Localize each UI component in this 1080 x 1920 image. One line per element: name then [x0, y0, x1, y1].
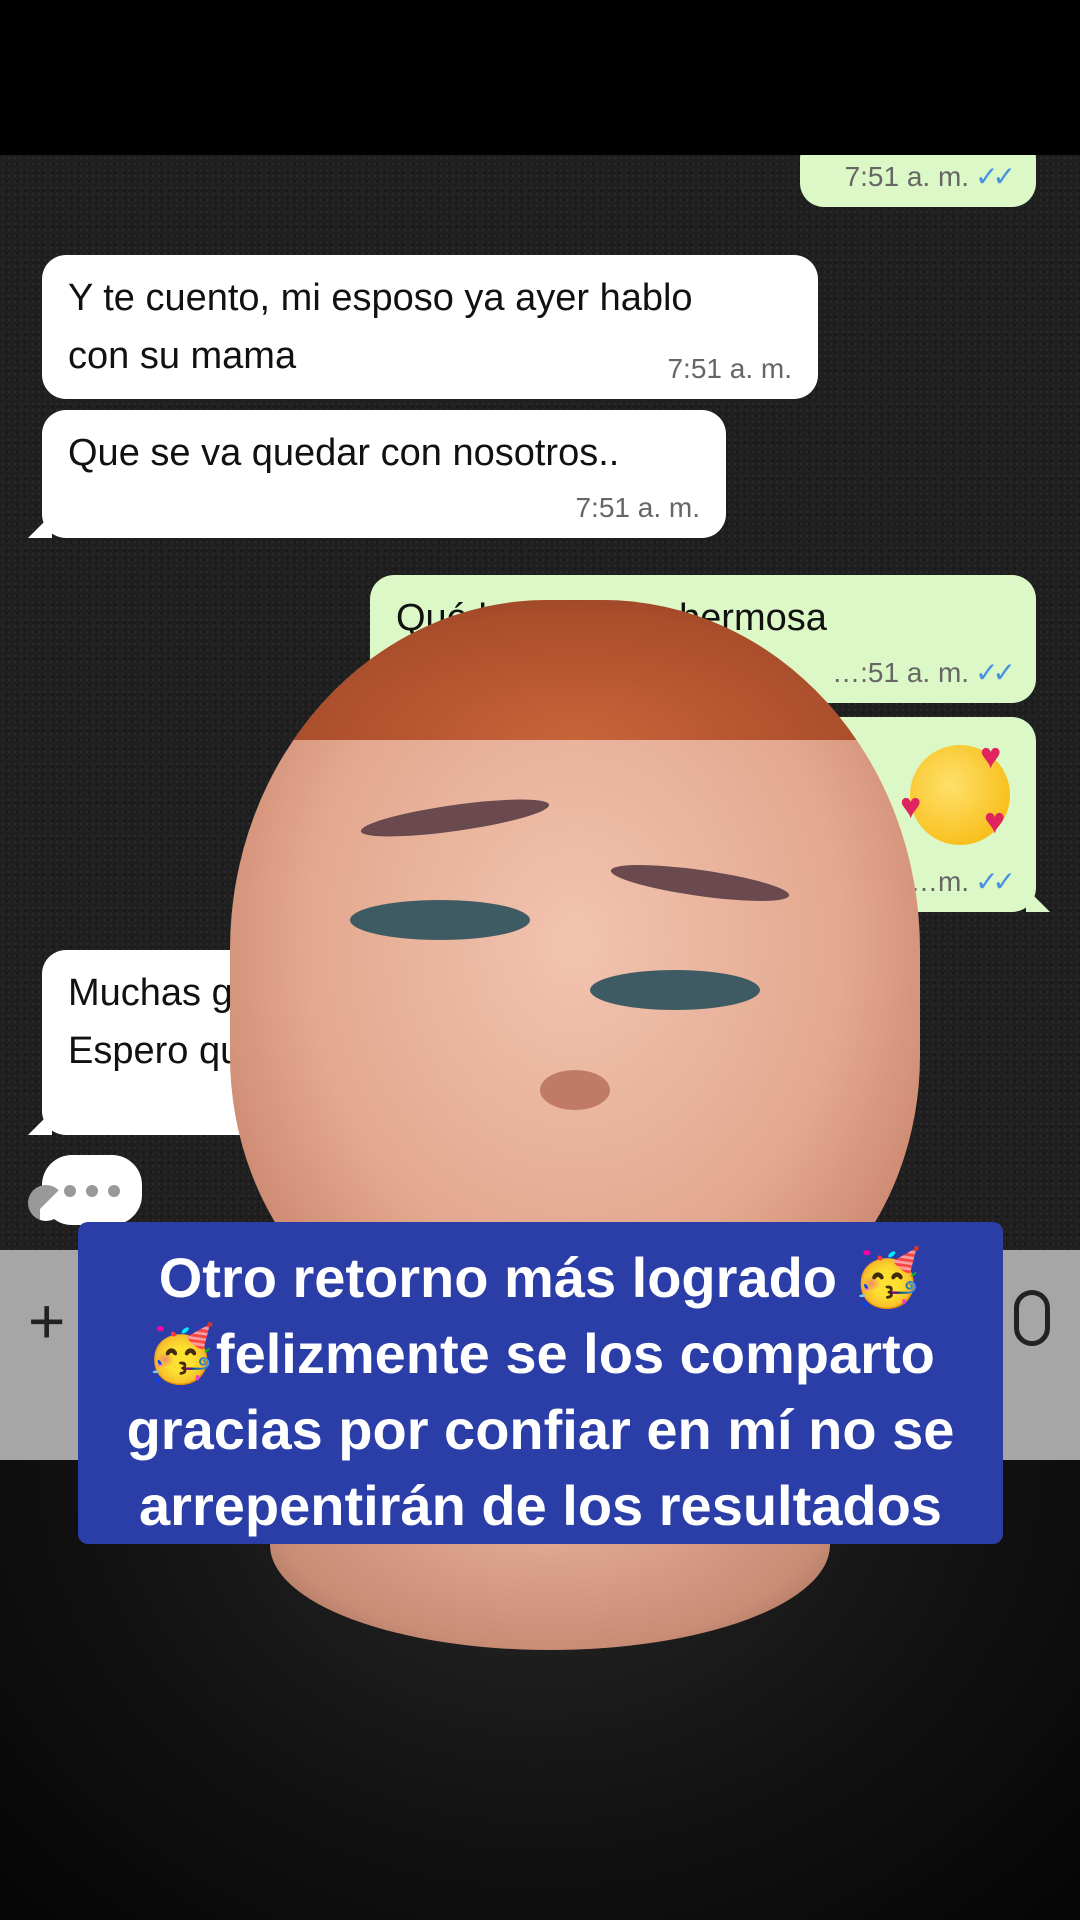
incoming-message[interactable]: Que se va quedar con nosotros.. 7:51 a. …: [28, 410, 726, 538]
left-eyebrow: [359, 791, 551, 845]
message-time: 7:51 a. m. ✓✓: [844, 161, 1016, 192]
right-eyebrow: [609, 857, 791, 909]
video-caption: Otro retorno más logrado 🥳 🥳felizmente s…: [78, 1222, 1003, 1544]
message-time: 7:51 a. m.: [575, 492, 700, 523]
bubble-tail: [1026, 888, 1050, 912]
message-text: Que se va quedar con nosotros..: [68, 432, 620, 474]
message-time: …m. ✓✓: [909, 866, 1016, 897]
bubble-tail: [28, 514, 52, 538]
typing-indicator: [28, 1155, 142, 1225]
bubble-tail: [28, 1111, 52, 1135]
read-ticks-icon: ✓✓: [975, 866, 1016, 897]
left-eye: [350, 900, 530, 940]
incoming-message[interactable]: Y te cuento, mi esposo ya ayer hablo con…: [42, 255, 818, 399]
smiling-face-with-hearts-icon: ♥ ♥ ♥: [900, 735, 1010, 845]
caption-text: Otro retorno más logrado 🥳 🥳felizmente s…: [126, 1246, 955, 1537]
message-time: 7:51 a. m.: [667, 353, 792, 384]
plus-icon[interactable]: +: [28, 1284, 65, 1358]
outgoing-message[interactable]: 7:51 a. m. ✓✓: [800, 155, 1036, 207]
read-ticks-icon: ✓✓: [975, 657, 1016, 688]
read-ticks-icon: ✓✓: [975, 161, 1016, 192]
nose: [540, 1070, 610, 1110]
right-eye: [590, 970, 760, 1010]
person-hair: [230, 600, 920, 740]
microphone-icon[interactable]: [1014, 1290, 1050, 1346]
bubble-tail: [28, 1185, 64, 1221]
top-black-bar: [0, 0, 1080, 155]
